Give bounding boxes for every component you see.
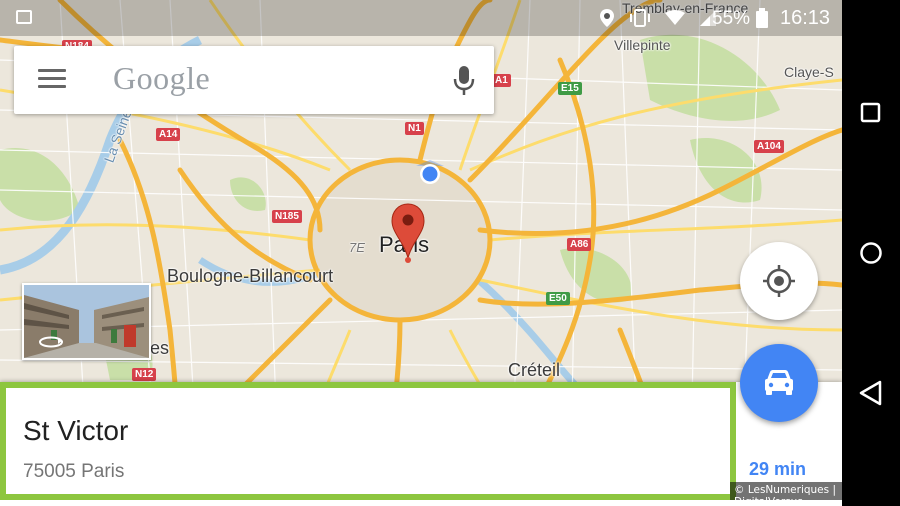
crosshair-icon — [763, 265, 795, 297]
road-shield-a86: A86 — [567, 238, 592, 251]
place-label-boulogne: Boulogne-Billancourt — [167, 266, 334, 286]
place-address: 75005 Paris — [23, 461, 125, 482]
road-shield-e15: E15 — [558, 82, 582, 95]
place-label-claye: Claye-S — [784, 64, 834, 80]
street-view-thumbnail[interactable] — [22, 283, 151, 360]
road-shield-a104: A104 — [754, 140, 784, 153]
road-shield-a14: A14 — [156, 128, 181, 141]
road-shield-a1: A1 — [492, 74, 511, 87]
place-card[interactable]: St Victor 75005 Paris 29 min — [0, 382, 842, 506]
mic-icon[interactable] — [451, 64, 477, 98]
wifi-icon — [665, 10, 685, 25]
road-shield-e50: E50 — [546, 292, 570, 305]
place-name: St Victor — [23, 415, 129, 446]
rotate-360-icon — [39, 336, 63, 348]
place-label-creteil: Créteil — [508, 360, 561, 380]
travel-duration[interactable]: 29 min — [749, 459, 806, 480]
battery-percent: 55% — [712, 8, 751, 29]
my-location-icon — [416, 160, 444, 184]
road-shield-n12: N12 — [132, 368, 157, 381]
menu-icon[interactable] — [38, 69, 66, 91]
vibrate-icon — [630, 9, 650, 27]
road-shield-n185: N185 — [272, 210, 302, 223]
clock: 16:13 — [780, 7, 831, 29]
home-button[interactable] — [842, 228, 900, 278]
place-label-villepinte: Villepinte — [614, 37, 671, 53]
road-shield-n1: N1 — [405, 122, 424, 135]
location-icon — [600, 9, 614, 27]
directions-button[interactable] — [740, 344, 818, 422]
google-logo: Google — [113, 60, 211, 96]
district-label: 7E — [349, 240, 365, 255]
recents-icon — [860, 102, 881, 123]
home-icon — [860, 242, 882, 264]
place-label-es: es — [150, 338, 170, 358]
back-button[interactable] — [842, 368, 900, 418]
my-location-button[interactable] — [740, 242, 818, 320]
place-marker-icon[interactable] — [390, 202, 426, 264]
picture-icon — [16, 10, 32, 24]
battery-icon — [756, 8, 768, 28]
status-bar: 55% 16:13 — [0, 0, 842, 36]
search-box[interactable]: Google — [14, 46, 494, 114]
navigation-bar — [842, 0, 900, 506]
back-icon — [859, 380, 882, 406]
recents-button[interactable] — [842, 88, 900, 138]
car-icon — [765, 370, 793, 395]
